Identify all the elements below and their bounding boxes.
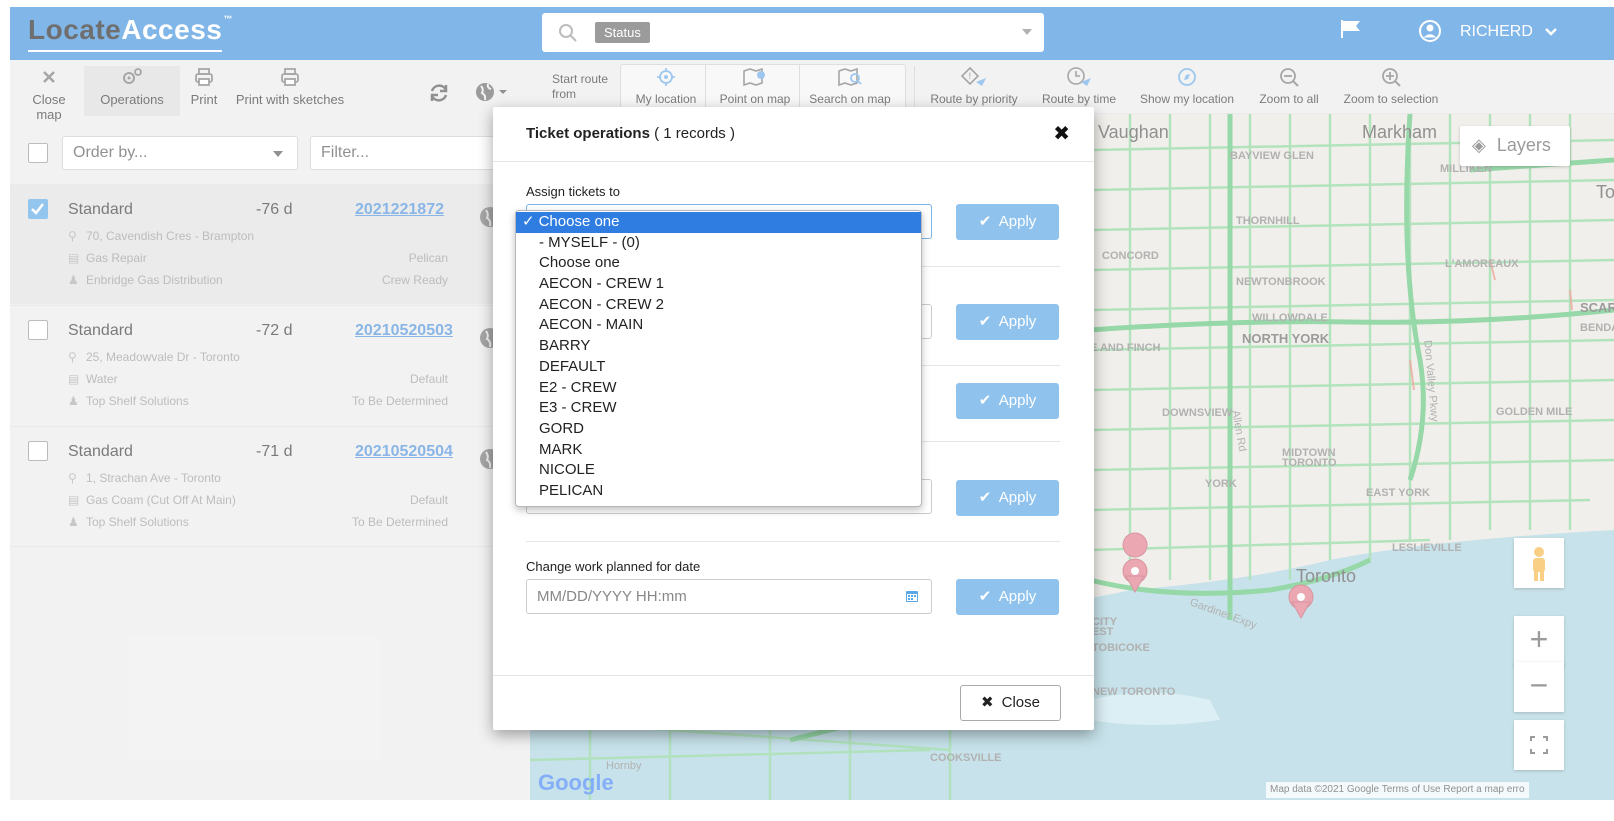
dropdown-option[interactable]: GORD [516,419,921,440]
assign-apply-button[interactable]: ✔ Apply [956,204,1059,240]
dropdown-option[interactable]: AECON - MAIN [516,315,921,336]
dropdown-option[interactable]: AECON - CREW 1 [516,274,921,295]
section-divider [526,541,1060,542]
dropdown-option[interactable]: Choose one [516,253,921,274]
close-icon: ✖ [981,694,994,711]
close-icon[interactable]: ✖ [1053,121,1070,146]
check-icon: ✓ [522,213,535,230]
section-2-apply-button[interactable]: ✔ Apply [956,304,1059,340]
dropdown-option[interactable]: NICOLE [516,460,921,481]
close-button[interactable]: ✖ Close [960,685,1061,721]
check-icon: ✔ [978,313,992,330]
dropdown-option[interactable]: PELICAN [516,481,921,502]
dialog-header: Ticket operations ( 1 records ) ✖ [493,107,1094,162]
section-4-apply-button[interactable]: ✔ Apply [956,480,1059,516]
date-apply-button[interactable]: ✔ Apply [956,579,1059,615]
dropdown-option[interactable]: E2 - CREW [516,378,921,399]
date-label: Change work planned for date [526,559,701,574]
assign-section: Assign tickets to [526,183,1060,201]
check-icon: ✔ [978,213,992,230]
section-3-apply-button[interactable]: ✔ Apply [956,383,1059,419]
dropdown-option[interactable]: MARK [516,440,921,461]
check-icon: ✔ [978,392,992,409]
dialog-title: Ticket operations ( 1 records ) [526,125,735,142]
dropdown-option-selected[interactable]: ✓ Choose one [516,212,921,233]
assign-label: Assign tickets to [526,184,620,199]
calendar-icon[interactable] [905,589,919,603]
dropdown-option[interactable]: AECON - CREW 2 [516,295,921,316]
dropdown-option[interactable]: - MYSELF - (0) [516,233,921,254]
check-icon: ✔ [978,588,992,605]
dropdown-option[interactable]: DEFAULT [516,357,921,378]
assign-dropdown-list[interactable]: ✓ Choose one - MYSELF - (0) Choose one AE… [515,210,922,507]
work-planned-date-input[interactable]: MM/DD/YYYY HH:mm [526,579,932,614]
check-icon: ✔ [978,489,992,506]
dialog-footer-divider [493,675,1094,676]
dropdown-option[interactable]: E3 - CREW [516,398,921,419]
dropdown-option[interactable]: BARRY [516,336,921,357]
date-section: Change work planned for date [526,558,1060,576]
